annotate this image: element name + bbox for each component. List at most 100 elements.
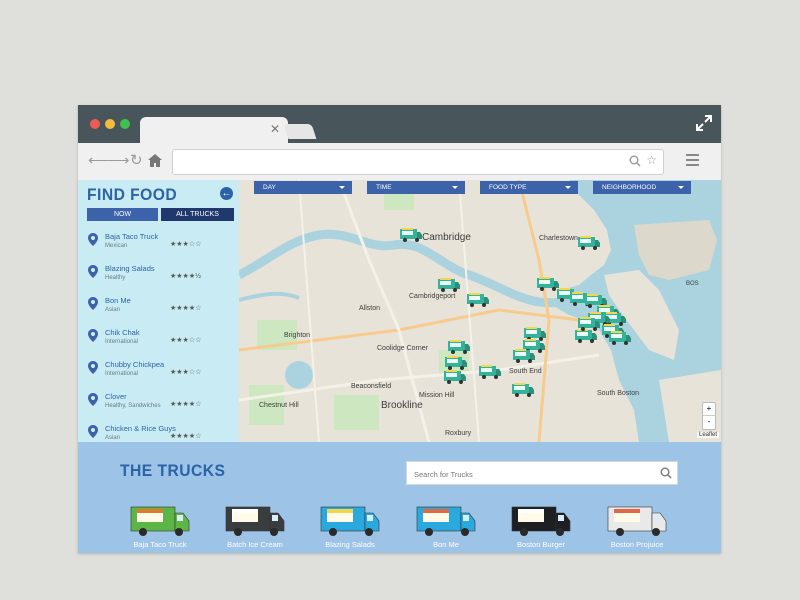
truck-card-name[interactable]: Bon Me bbox=[406, 540, 486, 549]
sidebar-truck-item[interactable]: Blazing Salads Healthy ★★★★½ bbox=[78, 260, 239, 292]
star-rating: ★★★★☆ bbox=[170, 305, 202, 312]
truck-name[interactable]: Chik Chak bbox=[105, 328, 140, 337]
truck-marker-icon[interactable] bbox=[399, 227, 423, 243]
trucks-title: THE TRUCKS bbox=[120, 461, 226, 480]
food-truck-icon bbox=[225, 506, 285, 536]
map-place-label: Allston bbox=[359, 305, 381, 312]
star-rating: ★★★☆☆ bbox=[170, 241, 202, 248]
truck-card-name[interactable]: Batch Ice Cream bbox=[215, 540, 295, 549]
sidebar-truck-item[interactable]: Clover Healthy, Sandwiches ★★★★☆ bbox=[78, 388, 239, 420]
map[interactable]: CambridgeCharlestownSomervilleCambridgep… bbox=[239, 180, 721, 442]
address-search-icon bbox=[629, 155, 641, 167]
close-tab-icon[interactable]: ✕ bbox=[270, 122, 280, 136]
sidebar-truck-item[interactable]: Baja Taco Truck Mexican ★★★☆☆ bbox=[78, 228, 239, 260]
location-pin-icon bbox=[88, 329, 98, 342]
filter-dropdown[interactable]: DAY bbox=[254, 181, 352, 194]
truck-list: Baja Taco Truck Mexican ★★★☆☆ Blazing Salad… bbox=[78, 228, 239, 442]
home-icon[interactable] bbox=[148, 154, 162, 167]
filter-dropdown[interactable]: TIME bbox=[367, 181, 465, 194]
truck-card[interactable]: Boston Burger bbox=[501, 497, 581, 553]
truck-name[interactable]: Bon Me bbox=[105, 296, 131, 305]
all-trucks-button[interactable]: ALL TRUCKS bbox=[161, 208, 234, 221]
new-tab-button[interactable] bbox=[283, 124, 317, 139]
truck-search-input[interactable] bbox=[412, 465, 656, 483]
minimize-window-button[interactable] bbox=[105, 119, 115, 129]
truck-card[interactable]: Batch Ice Cream bbox=[215, 497, 295, 553]
filter-dropdown[interactable]: NEIGHBORHOOD bbox=[593, 181, 691, 194]
map-place-label: Chestnut Hill bbox=[259, 402, 299, 409]
sidebar-truck-item[interactable]: Chik Chak International ★★★☆☆ bbox=[78, 324, 239, 356]
map-place-label: Beaconsfield bbox=[351, 383, 392, 390]
location-pin-icon bbox=[88, 233, 98, 246]
star-rating: ★★★★½ bbox=[170, 273, 201, 280]
sidebar-truck-item[interactable]: Chubby Chickpea International ★★★☆☆ bbox=[78, 356, 239, 388]
truck-name[interactable]: Clover bbox=[105, 392, 127, 401]
forward-arrow-icon[interactable]: ⟶ bbox=[108, 151, 130, 171]
address-bar[interactable]: ☆ bbox=[172, 149, 664, 175]
truck-card-name[interactable]: Blazing Salads bbox=[310, 540, 390, 549]
url-input[interactable] bbox=[193, 153, 627, 171]
collapse-sidebar-icon[interactable]: ← bbox=[220, 187, 233, 200]
title-bar: ✕ bbox=[78, 105, 721, 143]
truck-marker-icon[interactable] bbox=[437, 277, 461, 293]
star-rating: ★★★★☆ bbox=[170, 401, 202, 408]
truck-category: Asian bbox=[105, 307, 121, 313]
truck-marker-icon[interactable] bbox=[511, 382, 535, 398]
truck-name[interactable]: Blazing Salads bbox=[105, 264, 155, 273]
truck-name[interactable]: Chubby Chickpea bbox=[105, 360, 164, 369]
browser-tab[interactable]: ✕ bbox=[140, 117, 288, 143]
search-icon[interactable] bbox=[660, 467, 672, 479]
sidebar-title: FIND FOOD bbox=[87, 185, 178, 204]
truck-marker-icon[interactable] bbox=[577, 316, 601, 332]
dropdown-arrow-icon bbox=[452, 186, 458, 189]
food-truck-icon bbox=[320, 506, 380, 536]
map-place-label: Coolidge Corner bbox=[377, 345, 428, 352]
truck-card-name[interactable]: Baja Taco Truck bbox=[120, 540, 200, 549]
food-truck-icon bbox=[130, 506, 190, 536]
find-food-sidebar: FIND FOOD ← NOW ALL TRUCKS Baja Taco Tru… bbox=[78, 180, 239, 442]
location-pin-icon bbox=[88, 393, 98, 406]
map-attribution[interactable]: Leaflet bbox=[697, 432, 720, 438]
now-button[interactable]: NOW bbox=[87, 208, 158, 221]
map-place-label: South Boston bbox=[597, 390, 640, 397]
close-window-button[interactable] bbox=[90, 119, 100, 129]
sidebar-truck-item[interactable]: Bon Me Asian ★★★★☆ bbox=[78, 292, 239, 324]
map-place-label: Mission Hill bbox=[419, 392, 455, 399]
truck-name[interactable]: Chicken & Rice Guys bbox=[105, 424, 176, 433]
truck-marker-icon[interactable] bbox=[466, 292, 490, 308]
truck-card[interactable]: Boston Projuice bbox=[597, 497, 677, 553]
truck-card-name[interactable]: Boston Burger bbox=[501, 540, 581, 549]
truck-card[interactable]: Blazing Salads bbox=[310, 497, 390, 553]
truck-marker-icon[interactable] bbox=[608, 330, 632, 346]
browser-window: ✕ ⟵ ⟶ ↻ ☆ FIND FOOD ← NOW ALL TRUCKS Baj… bbox=[78, 105, 721, 553]
zoom-controls: + - bbox=[702, 402, 716, 430]
filter-dropdown[interactable]: FOOD TYPE bbox=[480, 181, 578, 194]
maximize-window-button[interactable] bbox=[120, 119, 130, 129]
trucks-section: THE TRUCKS Baja Taco Truck Batch Ice Crea… bbox=[78, 442, 721, 553]
zoom-in-button[interactable]: + bbox=[703, 403, 715, 416]
filter-label: DAY bbox=[263, 184, 276, 191]
truck-search bbox=[406, 461, 678, 485]
truck-marker-icon[interactable] bbox=[443, 369, 467, 385]
star-rating: ★★★☆☆ bbox=[170, 337, 202, 344]
sidebar-truck-item[interactable]: Chicken & Rice Guys Asian ★★★★☆ bbox=[78, 420, 239, 442]
truck-marker-icon[interactable] bbox=[577, 235, 601, 251]
food-truck-icon bbox=[511, 506, 571, 536]
truck-name[interactable]: Baja Taco Truck bbox=[105, 232, 158, 241]
hamburger-menu-icon[interactable] bbox=[686, 154, 699, 166]
map-place-label: Cambridgeport bbox=[409, 293, 456, 300]
truck-card[interactable]: Baja Taco Truck bbox=[120, 497, 200, 553]
truck-card[interactable]: Bon Me bbox=[406, 497, 486, 553]
fullscreen-icon[interactable] bbox=[695, 114, 713, 132]
truck-marker-icon[interactable] bbox=[512, 348, 536, 364]
reload-icon[interactable]: ↻ bbox=[130, 151, 143, 171]
truck-marker-icon[interactable] bbox=[478, 364, 502, 380]
map-place-label: Brookline bbox=[381, 400, 423, 411]
zoom-out-button[interactable]: - bbox=[703, 416, 715, 428]
truck-marker-icon[interactable] bbox=[447, 339, 471, 355]
map-place-label: South End bbox=[509, 368, 542, 375]
star-rating: ★★★☆☆ bbox=[170, 369, 202, 376]
truck-card-name[interactable]: Boston Projuice bbox=[597, 540, 677, 549]
bookmark-star-icon[interactable]: ☆ bbox=[646, 153, 657, 167]
back-arrow-icon[interactable]: ⟵ bbox=[88, 151, 110, 171]
